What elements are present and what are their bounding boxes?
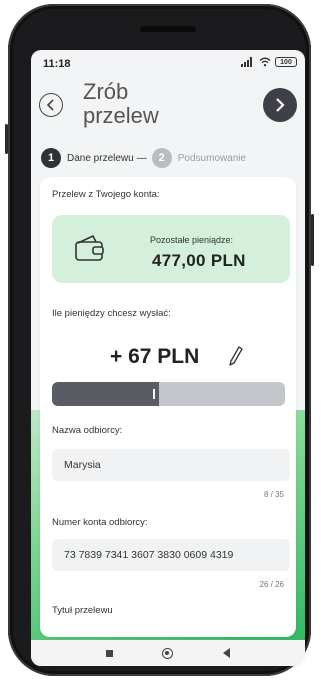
chevron-right-icon	[276, 98, 285, 112]
amount-value[interactable]: + 67 PLN	[110, 345, 199, 369]
amount-slider-fill	[52, 382, 159, 406]
status-bar: 11:18 100	[31, 50, 305, 76]
step-2-label: Podsumowanie	[177, 152, 247, 164]
back-nav-icon[interactable]	[223, 648, 231, 658]
account-number-label: Numer konta odbiorcy:	[52, 517, 148, 528]
home-icon[interactable]	[162, 647, 174, 659]
account-number-field[interactable]: 73 7839 7341 3607 3830 0609 4319	[52, 539, 290, 571]
stepper: 1 Dane przelewu — 2 Podsumowanie	[41, 147, 246, 169]
wallet-icon	[75, 235, 104, 261]
step-1-label: Dane przelewu	[67, 152, 134, 164]
amount-slider[interactable]	[52, 382, 285, 406]
battery-icon: 100	[275, 57, 297, 67]
step-separator: —	[136, 152, 147, 164]
chevron-left-icon	[46, 99, 54, 111]
screen: 11:18 100 Zrób przelew 1 Dane przelewu —…	[31, 50, 305, 666]
page-title: Zrób przelew	[83, 80, 243, 128]
balance-box: Pozostałe pieniądze: 477,00 PLN	[52, 215, 290, 283]
android-nav-bar	[31, 640, 305, 666]
amount-slider-handle[interactable]	[153, 389, 155, 399]
transfer-title-label: Tytuł przelewu	[52, 605, 113, 616]
balance-value: 477,00 PLN	[152, 251, 246, 270]
account-number-value: 73 7839 7341 3607 3830 0609 4319	[64, 549, 234, 561]
balance-caption: Pozostałe pieniądze:	[150, 235, 234, 245]
step-1-number: 1	[41, 148, 61, 168]
recipient-label: Nazwa odbiorcy:	[52, 425, 123, 436]
wifi-icon	[259, 57, 271, 67]
page-title-line1: Zrób	[83, 79, 129, 104]
next-button[interactable]	[263, 88, 297, 122]
from-account-label: Przelew z Twojego konta:	[52, 189, 160, 200]
status-time: 11:18	[43, 58, 71, 70]
pencil-icon[interactable]	[228, 345, 244, 367]
account-number-counter: 26 / 26	[259, 580, 284, 589]
phone-frame: 11:18 100 Zrób przelew 1 Dane przelewu —…	[5, 4, 314, 676]
amount-label: Ile pieniędzy chcesz wysłać:	[52, 308, 171, 319]
power-button	[311, 214, 314, 266]
back-button[interactable]	[39, 93, 63, 117]
page-title-line2: przelew	[83, 103, 159, 128]
transfer-form-card: Przelew z Twojego konta: Pozostałe pieni…	[40, 177, 296, 637]
speaker	[140, 26, 196, 32]
signal-icon	[241, 57, 255, 67]
recipient-field[interactable]: Marysia	[52, 449, 290, 481]
recents-icon[interactable]	[105, 649, 113, 657]
recipient-counter: 8 / 35	[263, 490, 284, 499]
volume-button	[5, 124, 8, 154]
step-2-number: 2	[151, 148, 172, 168]
recipient-value: Marysia	[64, 459, 101, 471]
